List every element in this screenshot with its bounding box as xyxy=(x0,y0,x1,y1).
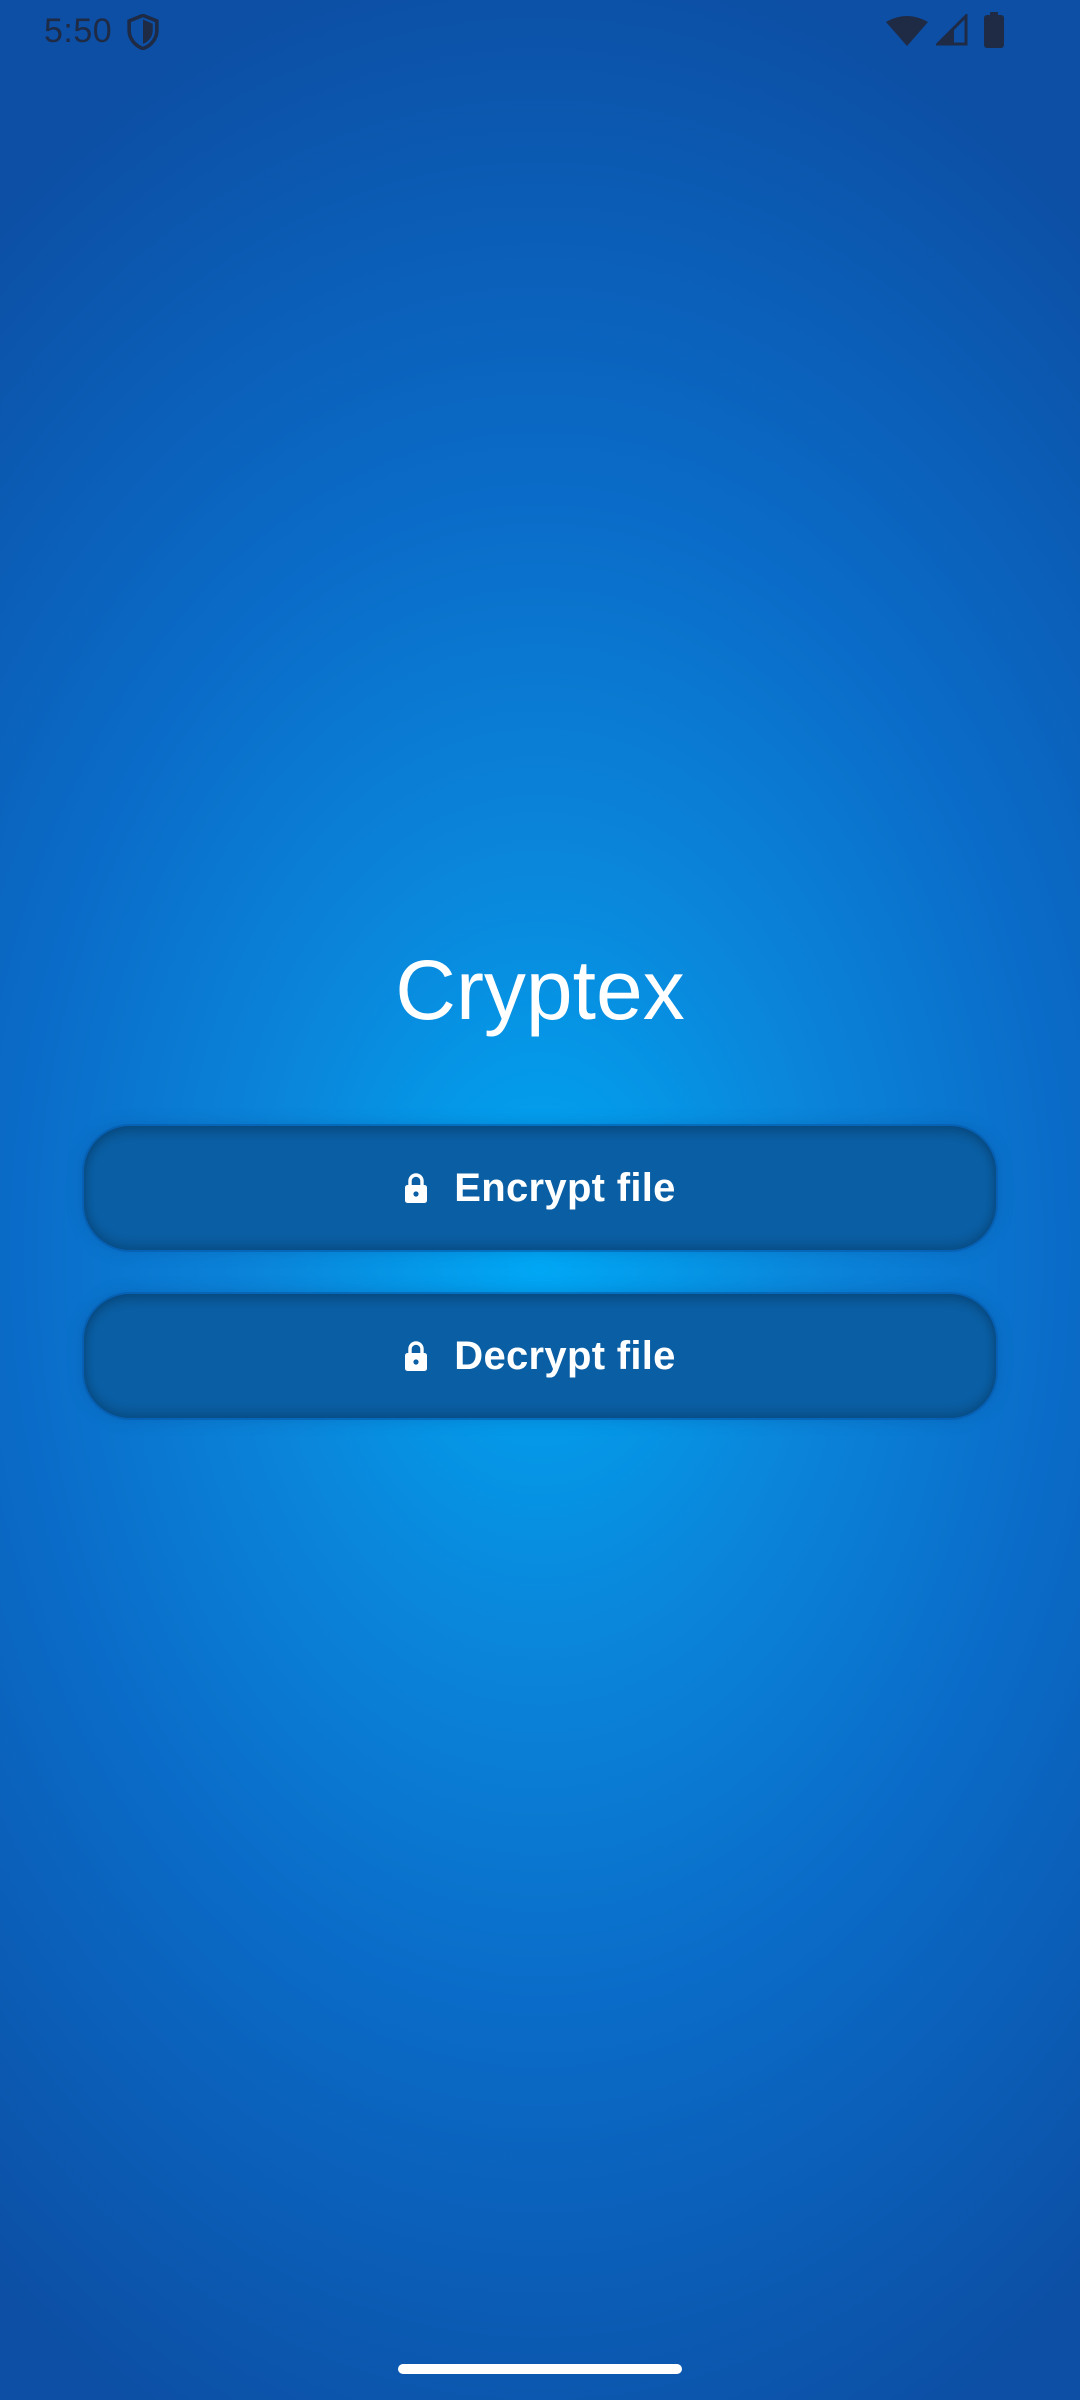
home-indicator[interactable] xyxy=(398,2364,682,2374)
decrypt-file-button[interactable]: Decrypt file xyxy=(84,1294,996,1418)
encrypt-file-button[interactable]: Encrypt file xyxy=(84,1126,996,1250)
signal-icon xyxy=(936,14,968,46)
app-title: Cryptex xyxy=(395,943,685,1037)
lock-icon xyxy=(405,1341,428,1371)
battery-icon xyxy=(984,12,1004,48)
decrypt-file-label: Decrypt file xyxy=(454,1333,676,1378)
lock-icon xyxy=(405,1173,428,1203)
shield-icon xyxy=(127,14,159,50)
status-time: 5:50 xyxy=(44,12,113,50)
wifi-icon xyxy=(886,16,928,46)
encrypt-file-label: Encrypt file xyxy=(454,1165,676,1210)
status-bar: 5:50 xyxy=(0,0,1080,62)
